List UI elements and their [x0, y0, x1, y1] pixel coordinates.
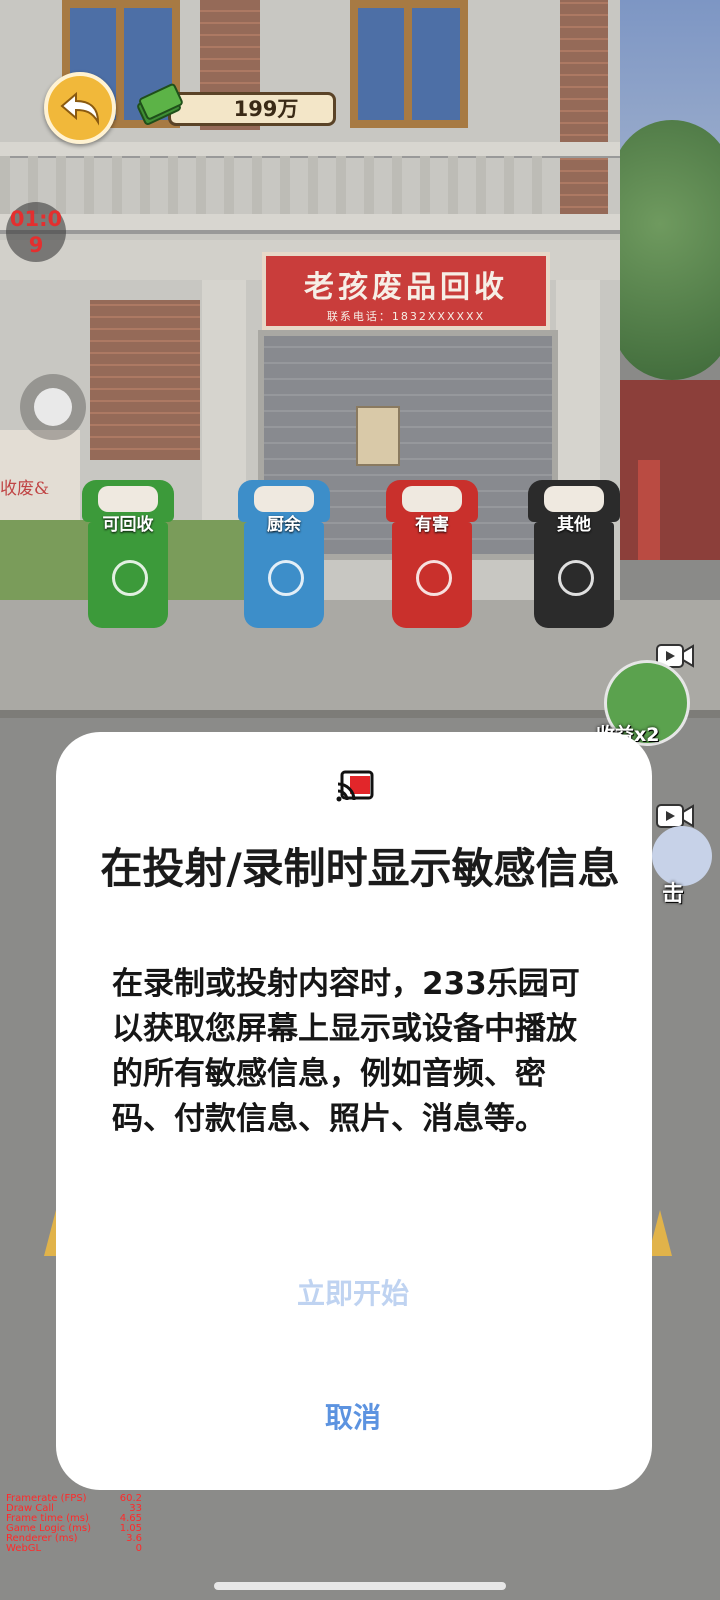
bin-hazardous[interactable]: 有害: [386, 480, 478, 630]
bin-label: 厨余: [267, 515, 301, 535]
back-button[interactable]: [44, 72, 116, 144]
debug-stats: Framerate (FPS) 60.2 Draw Call 33 Frame ti…: [6, 1494, 142, 1554]
balcony: [0, 128, 620, 238]
timer-line: 01:0: [9, 207, 63, 231]
dialog-app-name: 233乐园: [422, 966, 549, 1002]
hazard-icon: [416, 560, 452, 596]
wall-text: 收废&: [0, 479, 50, 499]
bin-label: 可回收: [102, 515, 154, 535]
stat-value: 0: [135, 1543, 142, 1554]
poster: [356, 406, 400, 466]
money-counter: 199万: [168, 92, 336, 126]
dialog-message: 在录制或投射内容时，233乐园可以获取您屏幕上显示或设备中播放的所有敏感信息，例…: [112, 962, 604, 1142]
window: [350, 0, 468, 128]
dialog-title: 在投射/录制时显示敏感信息: [100, 844, 620, 893]
recycle-icon: [112, 560, 148, 596]
bin-other[interactable]: 其他: [528, 480, 620, 630]
other-waste-icon: [558, 560, 594, 596]
shop-sign: 老孩废品回收 联系电话：1832XXXXXX: [262, 252, 550, 330]
back-arrow-icon: [60, 91, 100, 126]
timer-badge: 01:0 9: [6, 202, 66, 262]
timer-line: 9: [28, 233, 44, 257]
dialog-message-prefix: 在录制或投射内容时，: [112, 966, 422, 1002]
hit-label: 击: [662, 882, 685, 907]
bin-label: 其他: [557, 515, 591, 535]
bin-recyclable[interactable]: 可回收: [82, 480, 174, 630]
cash-icon: [137, 83, 183, 126]
shop-sign-title: 老孩废品回收: [304, 270, 508, 305]
food-waste-icon: [268, 560, 304, 596]
stat-label: WebGL: [6, 1543, 42, 1554]
neighbor-shop: [620, 380, 720, 560]
start-now-button[interactable]: 立即开始: [228, 1266, 478, 1322]
brick-patch: [90, 300, 200, 460]
bin-label: 有害: [415, 515, 449, 535]
cast-icon: [336, 770, 374, 802]
joystick[interactable]: [20, 374, 86, 440]
bin-kitchen[interactable]: 厨余: [238, 480, 330, 630]
tree: [612, 120, 720, 380]
shop-sign-phone: 联系电话：1832XXXXXX: [326, 310, 486, 323]
home-indicator[interactable]: [214, 1582, 506, 1590]
cancel-button[interactable]: 取消: [228, 1390, 478, 1446]
